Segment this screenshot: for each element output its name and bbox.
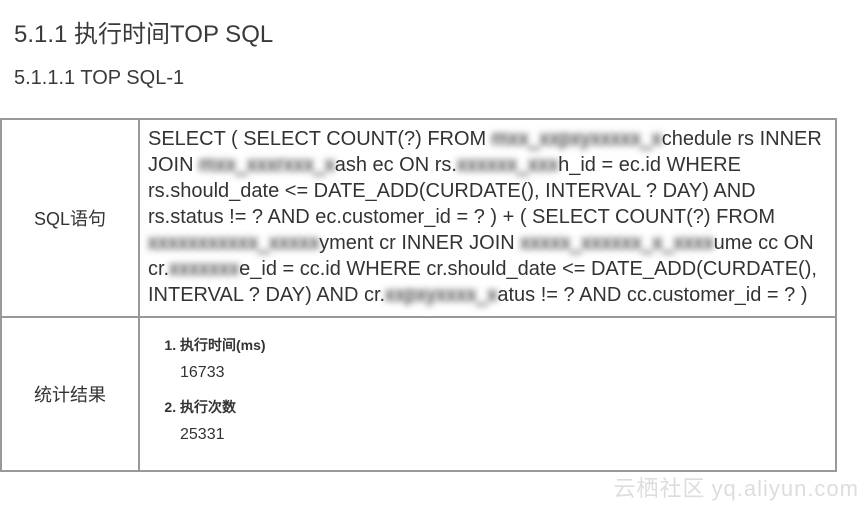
redacted-text: xxxxxxxxxxx_xxxxx [148, 230, 319, 256]
redacted-text: mxx_xxxrxxx_x [199, 152, 335, 178]
stat-value: 16733 [180, 360, 821, 386]
sql-fragment: yment cr INNER JOIN [319, 232, 520, 254]
sql-statement-label-cell: SQL语句 [1, 119, 139, 317]
sql-fragment: ash ec ON rs. [335, 154, 457, 176]
top-sql-table: SQL语句 SELECT ( SELECT COUNT(?) FROM mxx_… [0, 118, 837, 472]
table-row: SQL语句 SELECT ( SELECT COUNT(?) FROM mxx_… [1, 119, 836, 317]
document-page: 5.1.1 执行时间TOP SQL 5.1.1.1 TOP SQL-1 SQL语… [0, 0, 865, 478]
list-item: 执行次数 25331 [180, 396, 821, 448]
sql-statement-cell: SELECT ( SELECT COUNT(?) FROM mxx_xxpxyx… [139, 119, 836, 317]
stats-label-cell: 统计结果 [1, 317, 139, 471]
subsection-heading: 5.1.1.1 TOP SQL-1 [14, 67, 851, 90]
section-heading: 5.1.1 执行时间TOP SQL [14, 14, 851, 49]
stat-value: 25331 [180, 422, 821, 448]
stats-cell: 执行时间(ms) 16733 执行次数 25331 [139, 317, 836, 471]
watermark-cn: 云栖社区 [613, 476, 705, 501]
stats-list: 执行时间(ms) 16733 执行次数 25331 [152, 334, 821, 448]
stat-label: 执行时间(ms) [180, 337, 266, 353]
sql-fragment: atus != ? AND cc.customer_id = ? ) [497, 284, 807, 306]
list-item: 执行时间(ms) 16733 [180, 334, 821, 386]
sql-text: SELECT ( SELECT COUNT(?) FROM mxx_xxpxyx… [148, 126, 827, 308]
table-row: 统计结果 执行时间(ms) 16733 执行次数 25331 [1, 317, 836, 471]
stat-label: 执行次数 [180, 399, 236, 415]
redacted-text: xxxxx_xxxxxx_x_xxxx [520, 230, 713, 256]
sql-fragment: SELECT ( SELECT COUNT(?) FROM [148, 128, 492, 150]
redacted-text: xxxxxx_xxx [457, 152, 558, 178]
redacted-text: xxxxxxx [169, 256, 239, 282]
watermark-en: yq.aliyun.com [711, 476, 859, 501]
redacted-text: mxx_xxpxyxxxxx_x [492, 126, 662, 152]
redacted-text: xxpxyxxxx_x [385, 282, 497, 308]
